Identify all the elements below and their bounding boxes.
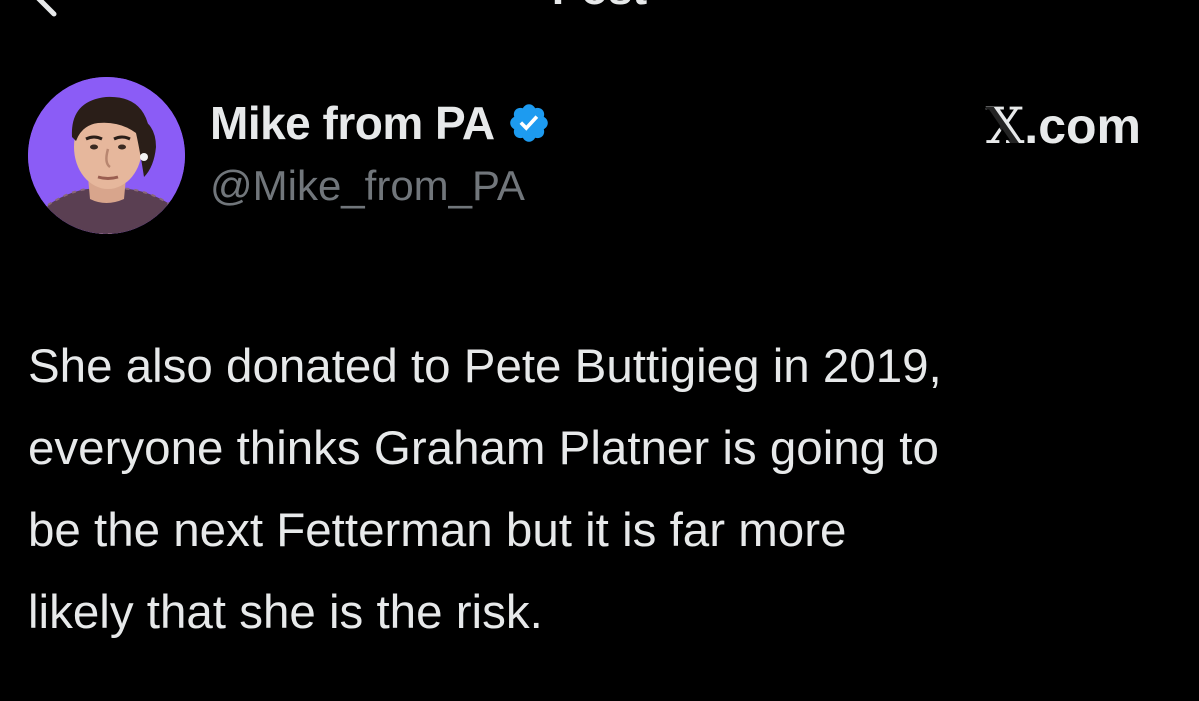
post-text: She also donated to Pete Buttigieg in 20… <box>28 340 942 639</box>
site-brand: X .com <box>986 96 1142 155</box>
x-logo-icon: X <box>985 96 1025 155</box>
page-title: Post <box>0 0 1199 14</box>
author-handle[interactable]: @Mike_from_PA <box>210 162 525 210</box>
top-navigation-bar: Post <box>0 0 1199 20</box>
profile-photo <box>28 77 185 234</box>
author-display-name[interactable]: Mike from PA <box>210 96 495 150</box>
verified-badge-icon[interactable] <box>507 101 551 145</box>
avatar[interactable] <box>28 77 185 234</box>
author-name-row[interactable]: Mike from PA <box>210 94 551 152</box>
brand-domain-suffix: .com <box>1024 97 1141 154</box>
